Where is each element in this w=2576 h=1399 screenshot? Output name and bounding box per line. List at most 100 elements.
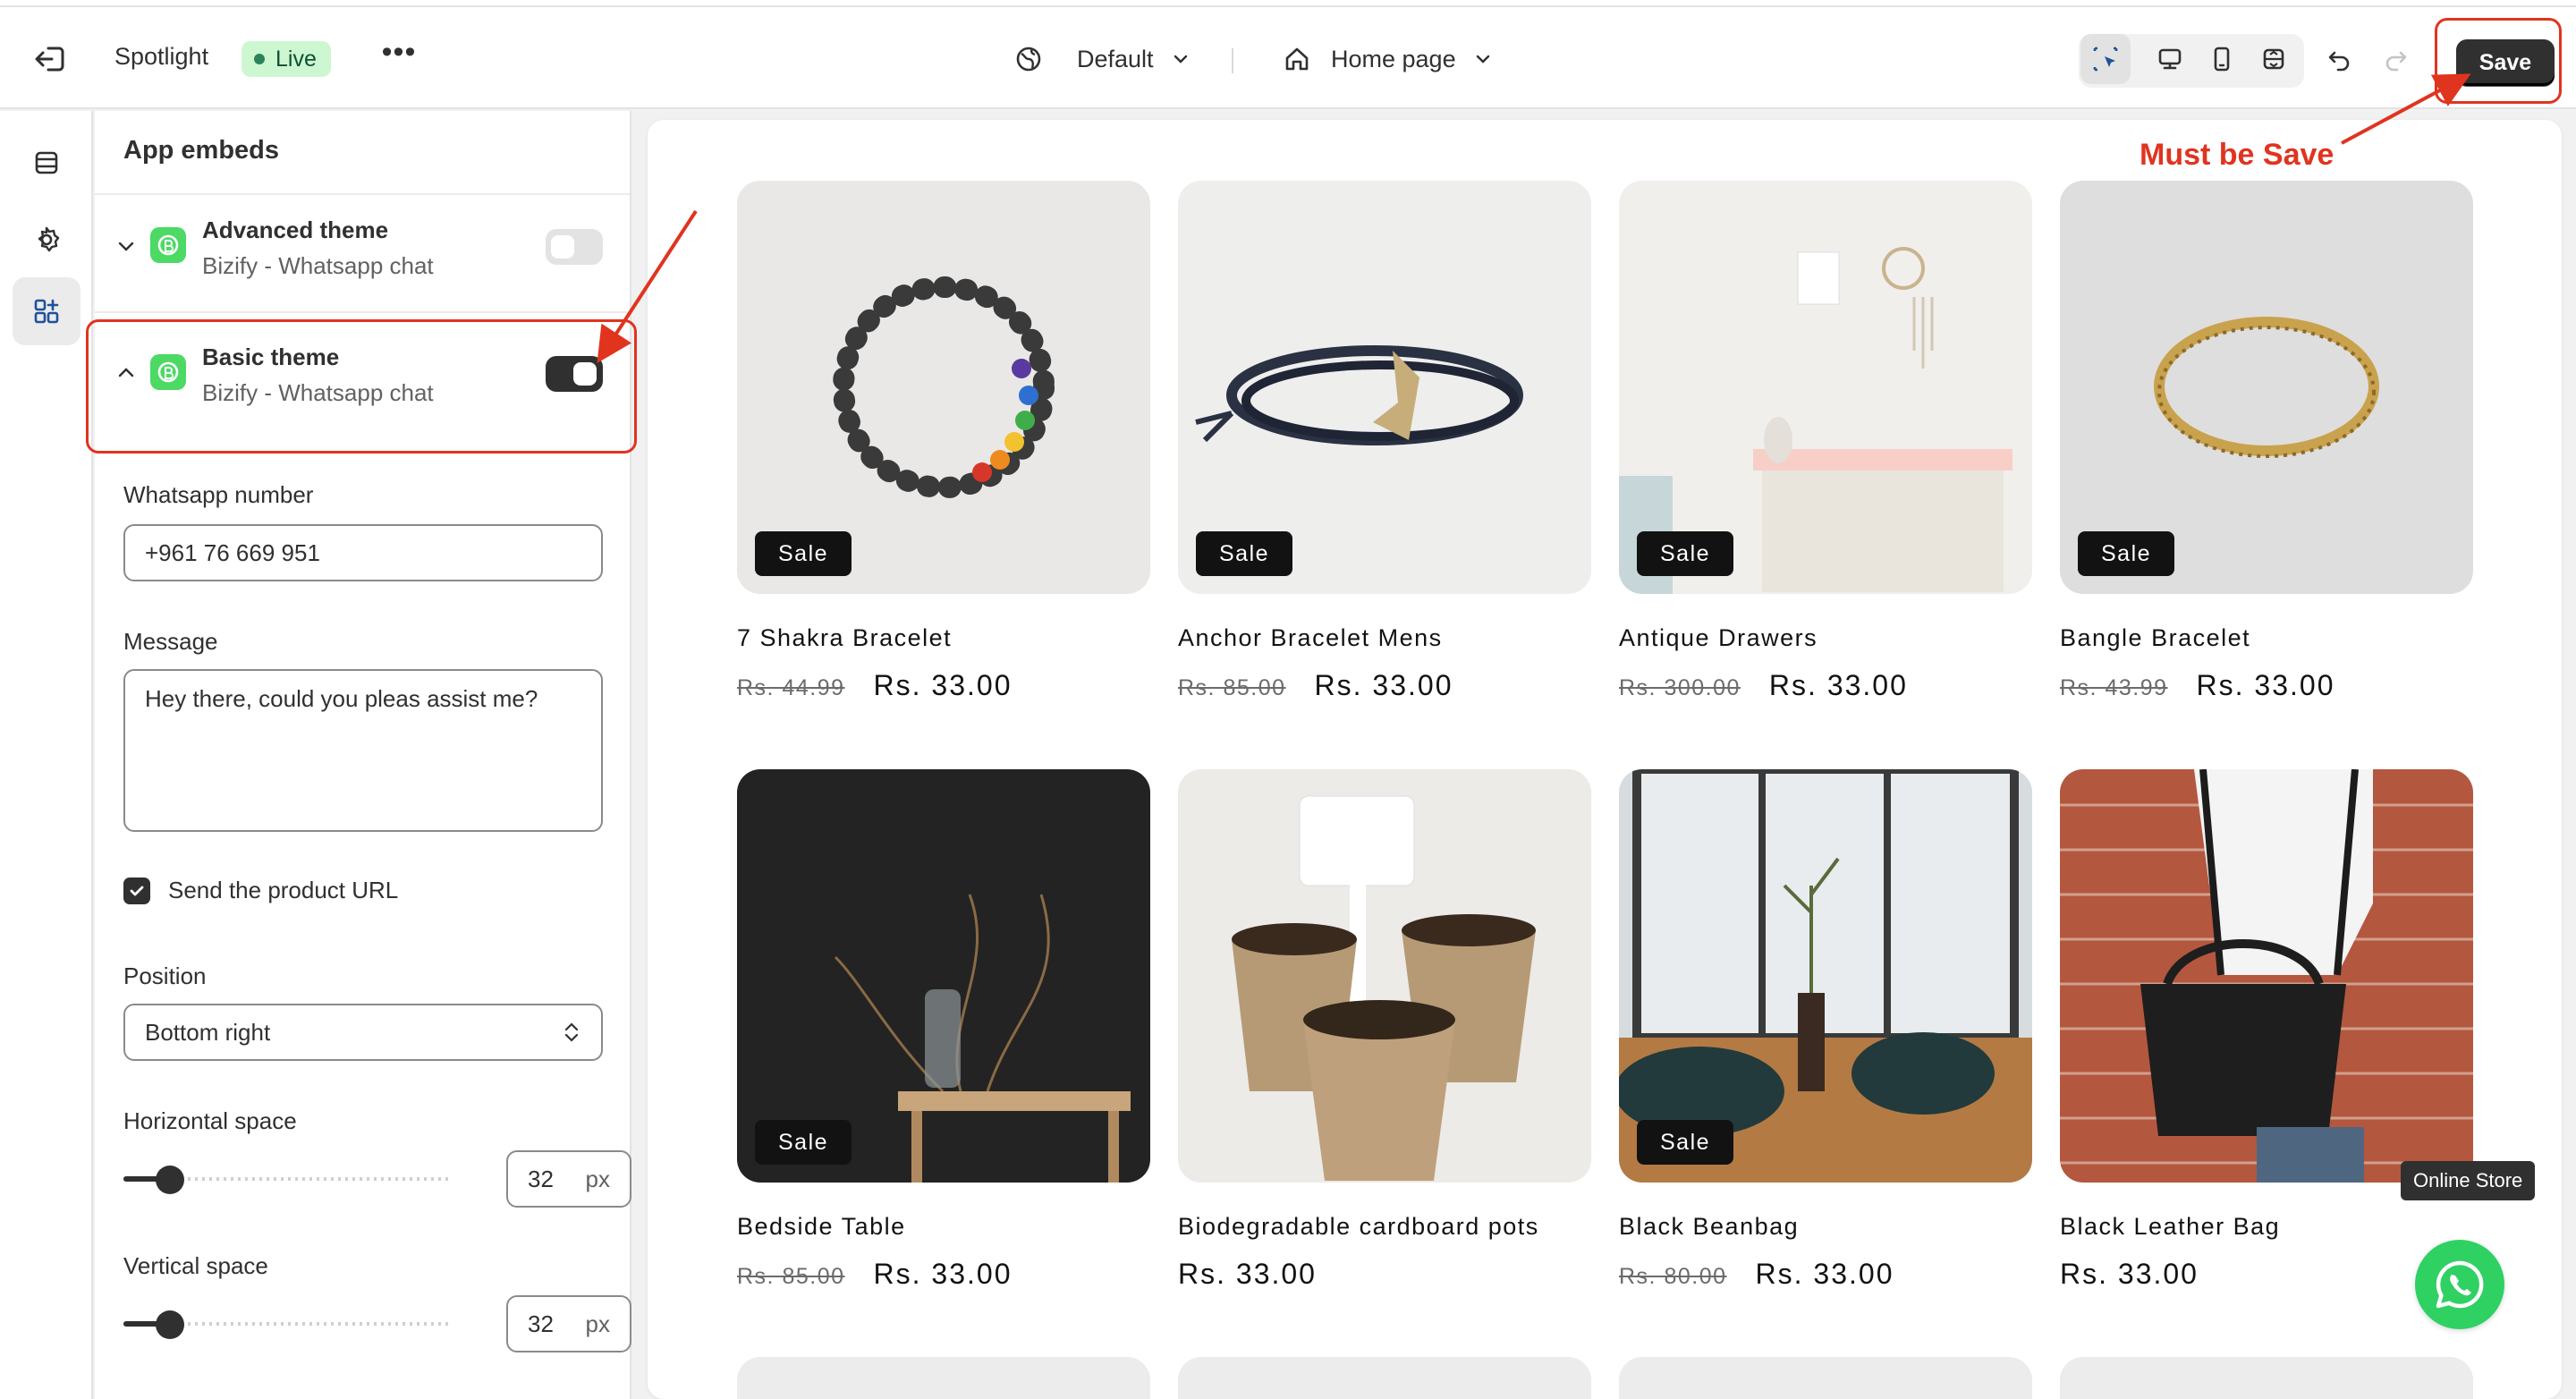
send-product-url-checkbox[interactable]	[123, 877, 150, 904]
unit-label: px	[585, 1310, 610, 1337]
send-product-url-row[interactable]: Send the product URL	[123, 877, 398, 904]
product-image-partial	[737, 1357, 1150, 1399]
inspector-select-icon[interactable]	[2080, 34, 2131, 84]
unit-label: px	[585, 1165, 610, 1192]
storefront-preview: Sale 7 Shakra Bracelet Rs. 44.99 Rs. 33.…	[648, 120, 2562, 1399]
save-highlight	[2435, 18, 2562, 104]
vertical-space-input[interactable]: 32 px	[506, 1295, 631, 1352]
vertical-slider-thumb[interactable]	[156, 1310, 184, 1339]
position-select[interactable]: Bottom right	[123, 1004, 603, 1061]
product-image[interactable]: Sale	[1619, 769, 2032, 1183]
window-top-edge	[0, 0, 2576, 7]
horizontal-space-value: 32	[528, 1165, 554, 1192]
product-title[interactable]: Anchor Bracelet Mens	[1178, 624, 1443, 652]
globe-icon	[1016, 47, 1041, 72]
page-selector[interactable]: Home page	[1283, 34, 1494, 84]
vertical-space-label: Vertical space	[123, 1252, 268, 1279]
select-arrows-icon	[564, 1022, 579, 1042]
product-title[interactable]: Biodegradable cardboard pots	[1178, 1213, 1539, 1241]
product-image[interactable]	[1178, 769, 1591, 1183]
sale-badge: Sale	[1637, 1120, 1734, 1165]
compare-at-price: Rs. 85.00	[737, 1264, 845, 1289]
product-title[interactable]: Black Beanbag	[1619, 1213, 1799, 1241]
product-prices: Rs. 43.99 Rs. 33.00	[2060, 669, 2334, 702]
undo-icon[interactable]	[2315, 34, 2365, 84]
product-card[interactable]: Sale 7 Shakra Bracelet Rs. 44.99 Rs. 33.…	[737, 181, 1150, 701]
product-card[interactable]: Sale Anchor Bracelet Mens Rs. 85.00 Rs. …	[1178, 181, 1591, 701]
product-card[interactable]: Black Leather Bag Rs. 33.00	[2060, 769, 2473, 1290]
compare-at-price: Rs. 44.99	[737, 675, 845, 700]
settings-gear-icon[interactable]	[13, 206, 80, 274]
app-embeds-icon[interactable]	[13, 277, 80, 345]
theme-selector-label: Default	[1077, 45, 1154, 72]
sections-icon[interactable]	[13, 129, 80, 197]
more-horizontal-icon[interactable]: •••	[379, 37, 419, 77]
compare-at-price: Rs. 300.00	[1619, 675, 1741, 700]
product-image[interactable]	[2060, 769, 2473, 1183]
product-title[interactable]: Black Leather Bag	[2060, 1213, 2280, 1241]
chevron-down-icon[interactable]	[114, 234, 138, 258]
product-title[interactable]: 7 Shakra Bracelet	[737, 624, 952, 652]
compare-at-price: Rs. 85.00	[1178, 675, 1286, 700]
exit-icon[interactable]	[30, 39, 70, 79]
toggle-knob	[551, 235, 574, 259]
product-prices: Rs. 300.00 Rs. 33.00	[1619, 669, 1908, 702]
compare-at-price: Rs. 80.00	[1619, 1264, 1727, 1289]
product-image[interactable]: Sale	[737, 769, 1150, 1183]
product-title[interactable]: Antique Drawers	[1619, 624, 1818, 652]
app-embeds-panel: App embeds Advanced theme Bizify - Whats…	[95, 111, 631, 1399]
compare-at-price: Rs. 43.99	[2060, 675, 2168, 700]
fullscreen-icon[interactable]	[2249, 34, 2299, 84]
divider	[95, 311, 630, 313]
product-prices: Rs. 33.00	[1178, 1258, 1317, 1291]
advanced-theme-toggle[interactable]	[546, 229, 603, 265]
redo-icon[interactable]	[2370, 34, 2420, 84]
embed-subtitle: Bizify - Whatsapp chat	[202, 252, 434, 279]
chevron-down-icon	[1476, 55, 1489, 64]
product-prices: Rs. 44.99 Rs. 33.00	[737, 669, 1012, 702]
product-card[interactable]: Sale Bedside Table Rs. 85.00 Rs. 33.00	[737, 769, 1150, 1290]
product-image-partial	[1178, 1357, 1591, 1399]
live-label: Live	[275, 47, 317, 72]
product-image[interactable]: Sale	[2060, 181, 2473, 594]
message-label: Message	[123, 628, 218, 655]
left-rail	[0, 111, 93, 1399]
send-product-url-label: Send the product URL	[168, 877, 399, 903]
sale-price: Rs. 33.00	[1755, 1258, 1894, 1290]
product-title[interactable]: Bangle Bracelet	[2060, 624, 2250, 652]
sale-badge: Sale	[755, 531, 852, 576]
sale-badge: Sale	[1637, 531, 1734, 576]
bizify-app-icon	[150, 227, 186, 263]
product-image[interactable]: Sale	[1178, 181, 1591, 594]
horizontal-space-input[interactable]: 32 px	[506, 1150, 631, 1208]
product-card[interactable]: Biodegradable cardboard pots Rs. 33.00	[1178, 769, 1591, 1290]
whatsapp-chat-button[interactable]	[2415, 1240, 2504, 1329]
desktop-view-icon[interactable]	[2145, 34, 2195, 84]
product-image[interactable]: Sale	[737, 181, 1150, 594]
horizontal-slider-thumb[interactable]	[156, 1166, 184, 1194]
sale-price: Rs. 33.00	[2196, 669, 2335, 701]
embed-advanced-theme[interactable]: Advanced theme Bizify - Whatsapp chat	[95, 195, 630, 311]
theme-name: Spotlight	[114, 43, 209, 70]
sale-price: Rs. 33.00	[1314, 669, 1453, 701]
sale-price: Rs. 33.00	[873, 1258, 1013, 1290]
message-textarea[interactable]: Hey there, could you pleas assist me?	[123, 669, 603, 832]
product-prices: Rs. 85.00 Rs. 33.00	[1178, 669, 1453, 702]
product-title[interactable]: Bedside Table	[737, 1213, 906, 1241]
product-card[interactable]: Sale Bangle Bracelet Rs. 43.99 Rs. 33.00	[2060, 181, 2473, 701]
editor-topbar: Spotlight Live ••• Default Home page Sav…	[0, 7, 2576, 109]
horizontal-space-label: Horizontal space	[123, 1107, 297, 1134]
product-card[interactable]: Sale Antique Drawers Rs. 300.00 Rs. 33.0…	[1619, 181, 2032, 701]
product-prices: Rs. 85.00 Rs. 33.00	[737, 1258, 1012, 1291]
whatsapp-number-input[interactable]: +961 76 669 951	[123, 524, 603, 581]
product-image-partial	[2060, 1357, 2473, 1399]
online-store-tooltip: Online Store	[2401, 1161, 2536, 1200]
whatsapp-number-label: Whatsapp number	[123, 481, 314, 508]
product-image-partial	[1619, 1357, 2032, 1399]
position-select-value: Bottom right	[145, 1018, 271, 1046]
product-card[interactable]: Sale Black Beanbag Rs. 80.00 Rs. 33.00	[1619, 769, 2032, 1290]
mobile-view-icon[interactable]	[2197, 34, 2247, 84]
theme-selector[interactable]: Default	[1014, 34, 1191, 84]
sale-badge: Sale	[1196, 531, 1293, 576]
product-image[interactable]: Sale	[1619, 181, 2032, 594]
